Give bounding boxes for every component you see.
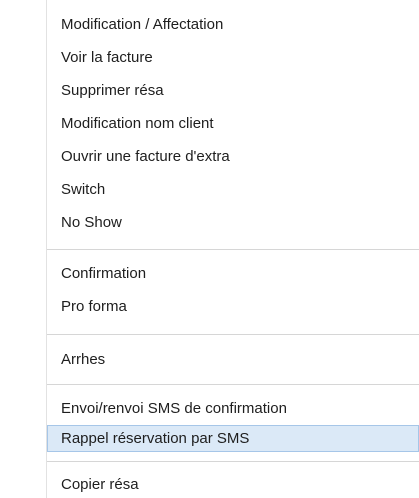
menu-item-label: Ouvrir une facture d'extra — [61, 148, 230, 165]
menu-item-voir-facture[interactable]: Voir la facture — [47, 44, 419, 71]
menu-item-confirmation[interactable]: Confirmation — [47, 260, 419, 287]
menu-item-label: No Show — [61, 214, 122, 231]
menu-item-label: Arrhes — [61, 351, 106, 368]
menu-item-label: Confirmation — [61, 265, 147, 282]
menu-item-arrhes[interactable]: Arrhes — [47, 346, 419, 373]
menu-separator — [47, 384, 419, 385]
menu-item-label: Envoi/renvoi SMS de confirmation — [61, 400, 287, 417]
menu-item-ouvrir-facture-extra[interactable]: Ouvrir une facture d'extra — [47, 143, 419, 170]
context-menu: Modification / Affectation Voir la factu… — [0, 0, 419, 498]
menu-item-label: Rappel réservation par SMS — [61, 430, 250, 447]
menu-separator — [47, 334, 419, 335]
menu-item-label: Copier résa — [61, 476, 139, 493]
menu-item-modification-affectation[interactable]: Modification / Affectation — [47, 11, 419, 38]
menu-item-label: Pro forma — [61, 298, 127, 315]
menu-item-no-show[interactable]: No Show — [47, 209, 419, 236]
menu-separator — [47, 249, 419, 250]
menu-item-envoi-sms-confirmation[interactable]: Envoi/renvoi SMS de confirmation — [47, 395, 419, 422]
menu-item-label: Modification nom client — [61, 115, 214, 132]
menu-item-copier-resa[interactable]: Copier résa — [47, 471, 419, 498]
menu-item-pro-forma[interactable]: Pro forma — [47, 293, 419, 320]
menu-item-label: Voir la facture — [61, 49, 153, 66]
menu-item-supprimer-resa[interactable]: Supprimer résa — [47, 77, 419, 104]
menu-item-label: Supprimer résa — [61, 82, 164, 99]
menu-item-label: Switch — [61, 181, 106, 198]
menu-separator — [47, 461, 419, 462]
menu-item-rappel-reservation-sms[interactable]: Rappel réservation par SMS — [47, 425, 419, 452]
menu-item-label: Modification / Affectation — [61, 16, 224, 33]
menu-item-switch[interactable]: Switch — [47, 176, 419, 203]
menu-item-modification-nom-client[interactable]: Modification nom client — [47, 110, 419, 137]
